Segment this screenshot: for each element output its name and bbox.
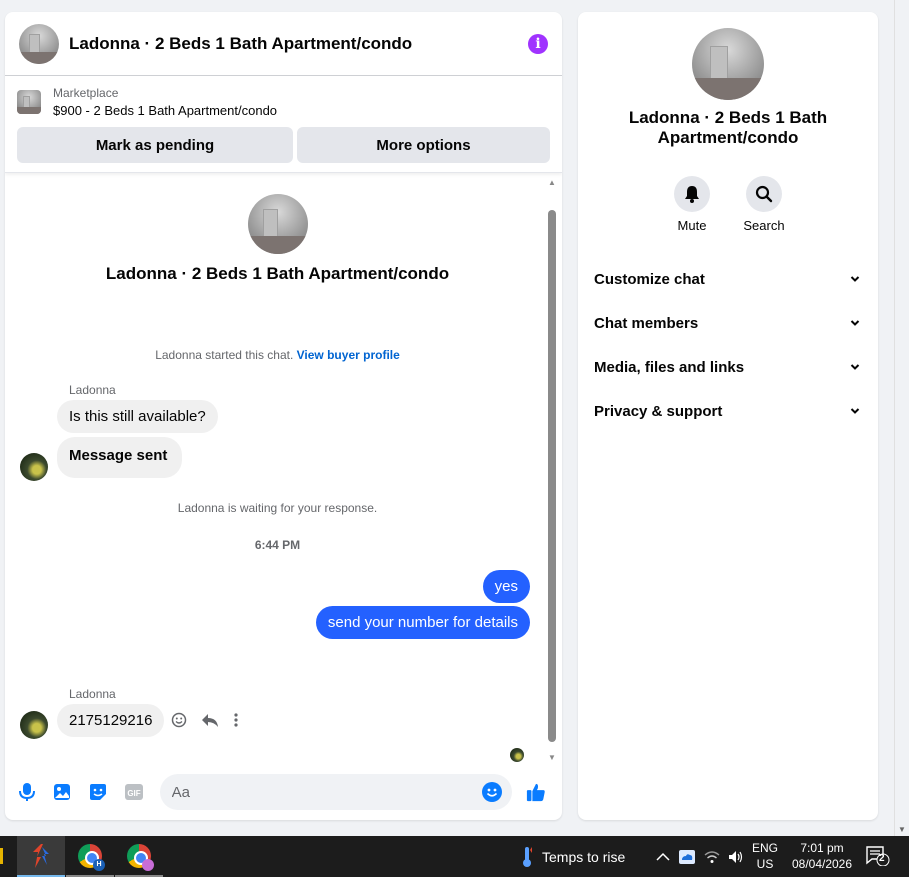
mute-label: Mute <box>677 218 707 233</box>
system-tray <box>656 836 744 877</box>
sticker-icon[interactable] <box>88 782 108 802</box>
chrome-icon <box>127 843 154 871</box>
bell-icon[interactable] <box>674 176 710 212</box>
search-action[interactable]: Search <box>742 176 786 233</box>
chevron-down-icon <box>850 276 860 282</box>
section-customize-chat[interactable]: Customize chat <box>578 257 878 301</box>
outgoing-message[interactable]: yes <box>482 570 530 603</box>
profile-badge: H <box>93 858 105 871</box>
thermometer-icon <box>523 846 532 867</box>
chat-header: Ladonna · 2 Beds 1 Bath Apartment/condo … <box>5 12 562 76</box>
search-label: Search <box>743 218 785 233</box>
section-chat-members[interactable]: Chat members <box>578 301 878 345</box>
seen-indicator-avatar <box>510 748 524 762</box>
chat-scrollbar[interactable]: ▲ ▼ <box>548 178 556 762</box>
sender-name: Ladonna <box>69 383 116 397</box>
microphone-icon[interactable] <box>17 782 37 802</box>
intro-title: Ladonna · 2 Beds 1 Bath Apartment/condo <box>105 264 450 283</box>
sender-avatar[interactable] <box>20 453 48 481</box>
mute-action[interactable]: Mute <box>670 176 714 233</box>
section-privacy-support[interactable]: Privacy & support <box>578 389 878 433</box>
scroll-down-arrow-icon[interactable]: ▼ <box>898 825 906 834</box>
section-media-files-links[interactable]: Media, files and links <box>578 345 878 389</box>
notification-icon <box>866 846 890 867</box>
waiting-notice: Ladonna is waiting for your response. <box>177 501 378 515</box>
outgoing-message[interactable]: send your number for details <box>315 606 530 639</box>
listing-summary[interactable]: $900 - 2 Beds 1 Bath Apartment/condo <box>53 103 277 118</box>
taskbar: H Temps to rise ENG US 7:01 pm 08/04/202… <box>0 836 909 877</box>
marketplace-label: Marketplace <box>53 86 119 100</box>
notification-count: 2 <box>879 853 885 864</box>
message-list: Ladonna · 2 Beds 1 Bath Apartment/condo … <box>5 174 550 764</box>
mark-as-pending-button[interactable]: Mark as pending <box>17 127 293 163</box>
scroll-thumb[interactable] <box>548 210 556 742</box>
onedrive-icon[interactable] <box>678 849 696 865</box>
clock[interactable]: 7:01 pm 08/04/2026 <box>786 840 858 872</box>
message-actions <box>171 712 239 728</box>
profile-badge-icon <box>142 858 154 871</box>
message-timestamp: 6:44 PM <box>254 538 301 552</box>
more-options-button[interactable]: More options <box>297 127 550 163</box>
chat-info-panel: Ladonna · 2 Beds 1 Bath Apartment/condo … <box>578 12 878 820</box>
sender-avatar[interactable] <box>20 711 48 739</box>
weather-widget[interactable]: Temps to rise <box>522 836 625 877</box>
chat-panel: Ladonna · 2 Beds 1 Bath Apartment/condo … <box>5 12 562 820</box>
gif-icon[interactable]: GIF <box>124 782 144 802</box>
view-buyer-profile-link[interactable]: View buyer profile <box>297 348 400 362</box>
page-scrollbar[interactable]: ▼ <box>894 0 909 836</box>
incoming-message[interactable]: 2175129216 <box>57 704 165 737</box>
chat-started-notice: Ladonna started this chat. View buyer pr… <box>155 348 400 362</box>
info-sections: Customize chat Chat members Media, files… <box>578 257 878 433</box>
chat-title[interactable]: Ladonna · 2 Beds 1 Bath Apartment/condo <box>69 34 528 54</box>
chevron-down-icon <box>850 364 860 370</box>
message-input[interactable] <box>171 783 482 801</box>
volume-icon[interactable] <box>728 850 744 864</box>
sender-name: Ladonna <box>69 687 116 701</box>
marketplace-banner: Marketplace $900 - 2 Beds 1 Bath Apartme… <box>5 76 562 173</box>
emoji-icon[interactable] <box>482 782 502 802</box>
chevron-up-icon[interactable] <box>656 852 670 862</box>
message-input-box[interactable] <box>159 774 512 810</box>
info-title: Ladonna · 2 Beds 1 Bath Apartment/condo <box>628 108 828 147</box>
photo-icon[interactable] <box>53 782 73 802</box>
info-avatar[interactable] <box>692 28 764 100</box>
weather-text: Temps to rise <box>542 848 626 865</box>
taskbar-app-tool[interactable] <box>17 836 65 877</box>
scroll-up-arrow-icon[interactable]: ▲ <box>548 178 556 187</box>
taskbar-chrome-1[interactable]: H <box>66 836 114 877</box>
composer: GIF <box>5 772 562 812</box>
listing-avatar[interactable] <box>19 23 59 64</box>
chevron-down-icon <box>850 408 860 414</box>
more-icon[interactable] <box>233 712 239 728</box>
info-icon[interactable]: i <box>528 33 548 54</box>
scroll-down-arrow-icon[interactable]: ▼ <box>548 753 556 762</box>
thumbs-up-icon[interactable] <box>526 782 546 802</box>
react-icon[interactable] <box>171 712 187 728</box>
listing-thumbnail[interactable] <box>17 90 41 114</box>
svg-text:GIF: GIF <box>127 789 140 798</box>
notification-center[interactable]: 2 <box>866 846 890 867</box>
app-tool-icon <box>33 843 49 868</box>
file-explorer-indicator[interactable] <box>0 848 3 864</box>
chevron-down-icon <box>850 320 860 326</box>
search-icon[interactable] <box>746 176 782 212</box>
intro-avatar <box>247 194 308 254</box>
reply-icon[interactable] <box>201 712 219 728</box>
taskbar-chrome-2[interactable] <box>115 836 163 877</box>
language-indicator[interactable]: ENG US <box>752 840 778 872</box>
incoming-message[interactable]: Is this still available? <box>57 400 218 433</box>
wifi-icon[interactable] <box>704 850 720 864</box>
incoming-message[interactable]: Message sent <box>57 437 183 478</box>
chrome-icon: H <box>78 843 105 871</box>
